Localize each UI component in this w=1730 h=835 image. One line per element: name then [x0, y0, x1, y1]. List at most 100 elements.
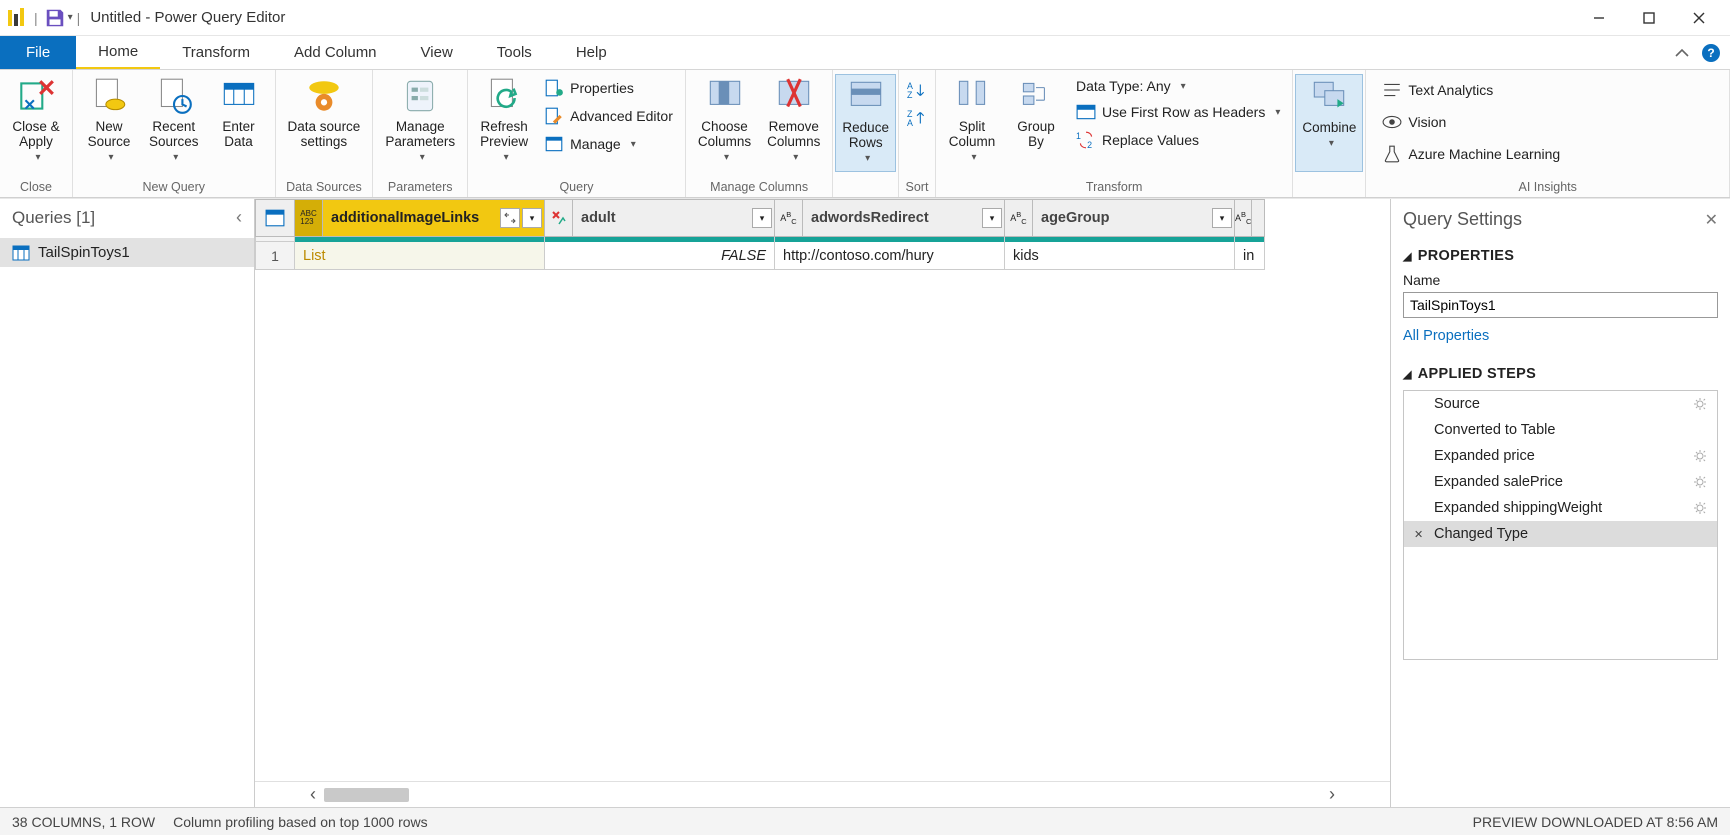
sort-asc-button[interactable]: AZ	[903, 78, 931, 102]
gear-icon[interactable]	[1693, 475, 1707, 489]
datatype-icon[interactable]: ABC	[1235, 200, 1252, 236]
collapse-ribbon-icon[interactable]	[1674, 47, 1690, 59]
query-item[interactable]: TailSpinToys1	[0, 238, 254, 267]
group-datasources-label: Data Sources	[282, 178, 367, 197]
recent-sources-button[interactable]: Recent Sources	[143, 74, 205, 172]
column-name: adult	[573, 210, 624, 226]
gear-icon[interactable]	[1693, 501, 1707, 515]
collapse-queries-icon[interactable]: ‹	[236, 207, 242, 228]
minimize-button[interactable]	[1574, 0, 1624, 36]
gear-icon[interactable]	[1693, 449, 1707, 463]
column-header[interactable]: ABC	[1235, 199, 1265, 237]
collapse-properties-icon[interactable]: ◢	[1403, 250, 1412, 263]
azure-ml-button[interactable]: Azure Machine Learning	[1378, 142, 1564, 166]
enter-data-button[interactable]: Enter Data	[209, 74, 269, 172]
manage-parameters-label: Manage Parameters	[385, 120, 455, 150]
step-label: Expanded salePrice	[1434, 474, 1563, 490]
group-sort-label: Sort	[901, 178, 933, 197]
cell[interactable]: kids	[1005, 242, 1235, 270]
datatype-icon[interactable]: ABC	[1005, 200, 1033, 236]
datatype-icon[interactable]: ABC123	[295, 200, 323, 236]
column-header[interactable]: ABC123additionalImageLinks▾	[295, 199, 545, 237]
step-label: Changed Type	[1434, 526, 1528, 542]
text-analytics-label: Text Analytics	[1408, 82, 1493, 98]
column-header[interactable]: ABCadwordsRedirect ▾	[775, 199, 1005, 237]
status-bar: 38 COLUMNS, 1 ROW Column profiling based…	[0, 807, 1730, 835]
svg-text:1: 1	[1076, 131, 1081, 141]
remove-columns-icon	[773, 76, 815, 116]
query-name-input[interactable]	[1403, 292, 1718, 318]
close-button[interactable]	[1674, 0, 1724, 36]
split-column-label: Split Column	[949, 120, 996, 150]
help-icon[interactable]: ?	[1702, 44, 1720, 62]
properties-button[interactable]: Properties	[540, 76, 677, 100]
combine-button[interactable]: Combine	[1295, 74, 1363, 172]
tab-home[interactable]: Home	[76, 36, 160, 69]
status-columns: 38 COLUMNS, 1 ROW	[12, 814, 155, 830]
grid-corner[interactable]	[255, 199, 295, 237]
first-row-headers-button[interactable]: Use First Row as Headers	[1072, 100, 1284, 124]
scroll-right-icon[interactable]: ›	[1329, 784, 1335, 805]
applied-step[interactable]: Expanded price	[1404, 443, 1717, 469]
advanced-editor-button[interactable]: Advanced Editor	[540, 104, 677, 128]
collapse-steps-icon[interactable]: ◢	[1403, 368, 1412, 381]
tab-help[interactable]: Help	[554, 36, 629, 69]
window-title: Untitled - Power Query Editor	[90, 9, 285, 26]
choose-columns-button[interactable]: Choose Columns	[692, 74, 757, 172]
refresh-preview-button[interactable]: Refresh Preview	[474, 74, 534, 172]
applied-step[interactable]: Source	[1404, 391, 1717, 417]
sort-desc-button[interactable]: ZA	[903, 106, 931, 130]
manage-query-button[interactable]: Manage	[540, 132, 677, 156]
all-properties-link[interactable]: All Properties	[1403, 328, 1718, 344]
group-by-button[interactable]: Group By	[1006, 74, 1066, 172]
cell[interactable]: List	[295, 242, 545, 270]
tab-tools[interactable]: Tools	[475, 36, 554, 69]
cell[interactable]: FALSE	[545, 242, 775, 270]
new-source-button[interactable]: New Source	[79, 74, 139, 172]
applied-step[interactable]: Expanded shippingWeight	[1404, 495, 1717, 521]
column-header[interactable]: ABCageGroup▾	[1005, 199, 1235, 237]
vision-button[interactable]: Vision	[1378, 110, 1564, 134]
datatype-icon[interactable]	[545, 200, 573, 236]
replace-values-button[interactable]: 12Replace Values	[1072, 128, 1284, 152]
close-apply-button[interactable]: Close & Apply	[6, 74, 66, 172]
scroll-left-icon[interactable]: ‹	[310, 784, 316, 805]
save-icon[interactable]	[44, 7, 66, 29]
applied-step[interactable]: Expanded salePrice	[1404, 469, 1717, 495]
data-source-settings-button[interactable]: Data source settings	[282, 74, 367, 172]
applied-step[interactable]: Changed Type	[1404, 521, 1717, 547]
expand-icon[interactable]	[500, 208, 520, 228]
close-settings-icon[interactable]: ✕	[1705, 210, 1718, 230]
text-analytics-button[interactable]: Text Analytics	[1378, 78, 1564, 102]
data-grid-area: ABC123additionalImageLinks▾adult▾ABCadwo…	[255, 199, 1390, 807]
cell[interactable]: in	[1235, 242, 1265, 270]
scroll-thumb[interactable]	[324, 788, 409, 802]
split-column-button[interactable]: Split Column	[942, 74, 1002, 172]
data-type-button[interactable]: Data Type: Any	[1072, 76, 1284, 96]
recent-sources-label: Recent Sources	[149, 120, 199, 150]
tab-file[interactable]: File	[0, 36, 76, 69]
table-row[interactable]: 1ListFALSEhttp://contoso.com/hurykidsin	[255, 242, 1390, 270]
maximize-button[interactable]	[1624, 0, 1674, 36]
filter-dropdown-icon[interactable]: ▾	[982, 208, 1002, 228]
tab-view[interactable]: View	[399, 36, 475, 69]
app-icon	[6, 8, 26, 28]
gear-icon[interactable]	[1693, 397, 1707, 411]
data-type-label: Data Type: Any	[1076, 78, 1171, 94]
filter-dropdown-icon[interactable]: ▾	[1212, 208, 1232, 228]
column-name: adwordsRedirect	[803, 210, 937, 226]
qat-dropdown[interactable]: ▾	[68, 12, 73, 23]
applied-step[interactable]: Converted to Table	[1404, 417, 1717, 443]
filter-dropdown-icon[interactable]: ▾	[522, 208, 542, 228]
filter-dropdown-icon[interactable]: ▾	[752, 208, 772, 228]
horizontal-scrollbar[interactable]: ‹ ›	[255, 781, 1390, 807]
datatype-icon[interactable]: ABC	[775, 200, 803, 236]
tab-add-column[interactable]: Add Column	[272, 36, 399, 69]
tab-transform[interactable]: Transform	[160, 36, 272, 69]
manage-parameters-button[interactable]: Manage Parameters	[379, 74, 461, 172]
svg-text:A: A	[907, 118, 913, 128]
column-header[interactable]: adult ▾	[545, 199, 775, 237]
reduce-rows-button[interactable]: Reduce Rows	[835, 74, 896, 172]
remove-columns-button[interactable]: Remove Columns	[761, 74, 826, 172]
cell[interactable]: http://contoso.com/hury	[775, 242, 1005, 270]
